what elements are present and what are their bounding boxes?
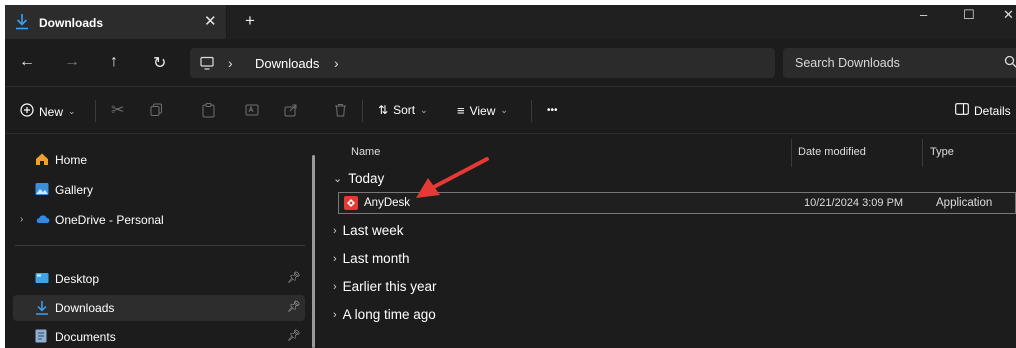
- sidebar-item-label: Downloads: [55, 301, 115, 315]
- breadcrumb-chevron[interactable]: ›: [334, 55, 339, 71]
- close-tab-icon[interactable]: ✕: [204, 12, 217, 30]
- sidebar-item-gallery[interactable]: Gallery: [13, 177, 305, 203]
- download-icon: [35, 300, 49, 315]
- paste-icon[interactable]: [202, 103, 215, 118]
- navigation-bar: ← → ↑ ↻ › Downloads › Search Downloads: [5, 39, 1016, 87]
- search-box[interactable]: Search Downloads: [783, 48, 1016, 78]
- toolbar-divider: [95, 100, 96, 122]
- sidebar-item-desktop[interactable]: Desktop 📌︎: [13, 266, 305, 292]
- group-label: Last month: [342, 251, 410, 266]
- chevron-down-icon: ⌄: [68, 106, 76, 116]
- column-header-type[interactable]: Type: [930, 146, 954, 158]
- group-earlier-this-year[interactable]: › Earlier this year: [333, 279, 436, 294]
- title-bar: Downloads ✕ + – ☐ ✕: [5, 5, 1016, 39]
- minimize-button[interactable]: –: [920, 7, 927, 22]
- new-tab-button[interactable]: +: [245, 11, 255, 31]
- share-icon[interactable]: [284, 103, 298, 117]
- tab-downloads[interactable]: Downloads ✕: [5, 5, 227, 39]
- desktop-icon: [35, 271, 49, 285]
- sidebar-scrollbar[interactable]: [312, 155, 315, 348]
- group-label: Last week: [342, 223, 404, 238]
- cloud-icon: [35, 212, 50, 226]
- back-button[interactable]: ←: [19, 53, 35, 71]
- column-divider[interactable]: [791, 139, 792, 167]
- chevron-right-icon: ›: [333, 224, 337, 237]
- new-label: New: [39, 104, 64, 119]
- details-button[interactable]: Details: [955, 103, 1011, 118]
- up-button[interactable]: ↑: [110, 53, 118, 71]
- sidebar-item-label: OneDrive - Personal: [55, 213, 164, 227]
- details-label: Details: [974, 103, 1011, 118]
- sidebar-item-documents[interactable]: Documents 📌︎: [13, 324, 305, 348]
- sort-icon: ⇅: [378, 103, 389, 117]
- sort-label: Sort: [393, 103, 416, 117]
- forward-button[interactable]: →: [64, 53, 80, 71]
- sort-button[interactable]: ⇅ Sort ⌄: [378, 103, 428, 117]
- pin-icon[interactable]: 📌︎: [287, 329, 301, 342]
- sidebar-item-onedrive[interactable]: › OneDrive - Personal: [13, 207, 305, 233]
- download-icon: [15, 13, 29, 33]
- copy-icon[interactable]: [150, 103, 163, 116]
- sidebar-item-label: Desktop: [55, 272, 100, 286]
- search-placeholder: Search Downloads: [795, 56, 900, 70]
- sidebar-divider: [15, 245, 305, 246]
- file-type: Application: [936, 197, 993, 209]
- sidebar-item-downloads[interactable]: Downloads 📌︎: [13, 295, 305, 321]
- group-label: A long time ago: [342, 307, 436, 322]
- group-today[interactable]: ⌄ Today: [333, 171, 384, 186]
- chevron-down-icon: ⌄: [420, 104, 428, 115]
- home-icon: [35, 152, 49, 166]
- sidebar-item-label: Gallery: [55, 183, 94, 197]
- cut-icon[interactable]: ✂: [111, 100, 124, 120]
- group-label: Today: [348, 171, 385, 186]
- view-icon: ≡: [457, 103, 465, 118]
- view-label: View: [469, 103, 496, 118]
- refresh-button[interactable]: ↻: [153, 53, 166, 73]
- group-last-month[interactable]: › Last month: [333, 251, 409, 266]
- gallery-icon: [35, 182, 49, 196]
- group-last-week[interactable]: › Last week: [333, 223, 403, 238]
- toolbar-divider: [531, 100, 532, 122]
- sidebar-item-home[interactable]: Home: [13, 147, 305, 173]
- anydesk-icon: [344, 196, 358, 210]
- chevron-down-icon: ⌄: [333, 173, 343, 185]
- chevron-right-icon: ›: [333, 252, 337, 265]
- sidebar-item-label: Documents: [55, 330, 116, 344]
- file-date-modified: 10/21/2024 3:09 PM: [804, 197, 904, 209]
- breadcrumb-downloads[interactable]: Downloads: [255, 56, 319, 71]
- chevron-right-icon: ›: [333, 280, 337, 293]
- delete-icon[interactable]: [334, 103, 347, 117]
- navigation-pane: Home Gallery › OneDrive - Personal Deskt…: [5, 135, 315, 348]
- red-arrow-icon: [416, 157, 489, 198]
- chevron-right-icon: ›: [333, 308, 337, 321]
- group-a-long-time-ago[interactable]: › A long time ago: [333, 307, 436, 322]
- file-explorer-window: Downloads ✕ + – ☐ ✕ ← → ↑ ↻ › Downloads …: [5, 5, 1016, 348]
- document-icon: [35, 329, 49, 343]
- search-icon[interactable]: [1004, 55, 1016, 72]
- column-divider[interactable]: [922, 139, 923, 167]
- close-window-button[interactable]: ✕: [1003, 7, 1014, 23]
- computer-icon: [200, 56, 214, 73]
- view-button[interactable]: ≡ View ⌄: [457, 103, 508, 118]
- more-options-button[interactable]: •••: [547, 105, 558, 116]
- details-pane-icon: [955, 103, 969, 118]
- new-button[interactable]: New ⌄: [20, 103, 76, 120]
- command-bar: New ⌄ ✂ ⇅ Sort ⌄ ≡ View ⌄ ••• Details: [5, 88, 1016, 134]
- group-label: Earlier this year: [342, 279, 437, 294]
- chevron-right-icon[interactable]: ›: [20, 214, 23, 225]
- column-header-date-modified[interactable]: Date modified: [798, 146, 866, 158]
- pin-icon[interactable]: 📌︎: [287, 271, 301, 284]
- address-bar[interactable]: › Downloads ›: [190, 48, 775, 78]
- breadcrumb-separator[interactable]: ›: [228, 55, 233, 71]
- column-header-name[interactable]: Name: [351, 146, 380, 158]
- maximize-button[interactable]: ☐: [963, 7, 975, 23]
- toolbar-divider: [362, 100, 363, 122]
- sidebar-item-label: Home: [55, 153, 88, 167]
- chevron-down-icon: ⌄: [500, 105, 508, 115]
- pin-icon[interactable]: 📌︎: [287, 300, 301, 313]
- plus-circle-icon: [20, 103, 34, 120]
- rename-icon[interactable]: [245, 103, 259, 117]
- tab-title: Downloads: [39, 16, 104, 30]
